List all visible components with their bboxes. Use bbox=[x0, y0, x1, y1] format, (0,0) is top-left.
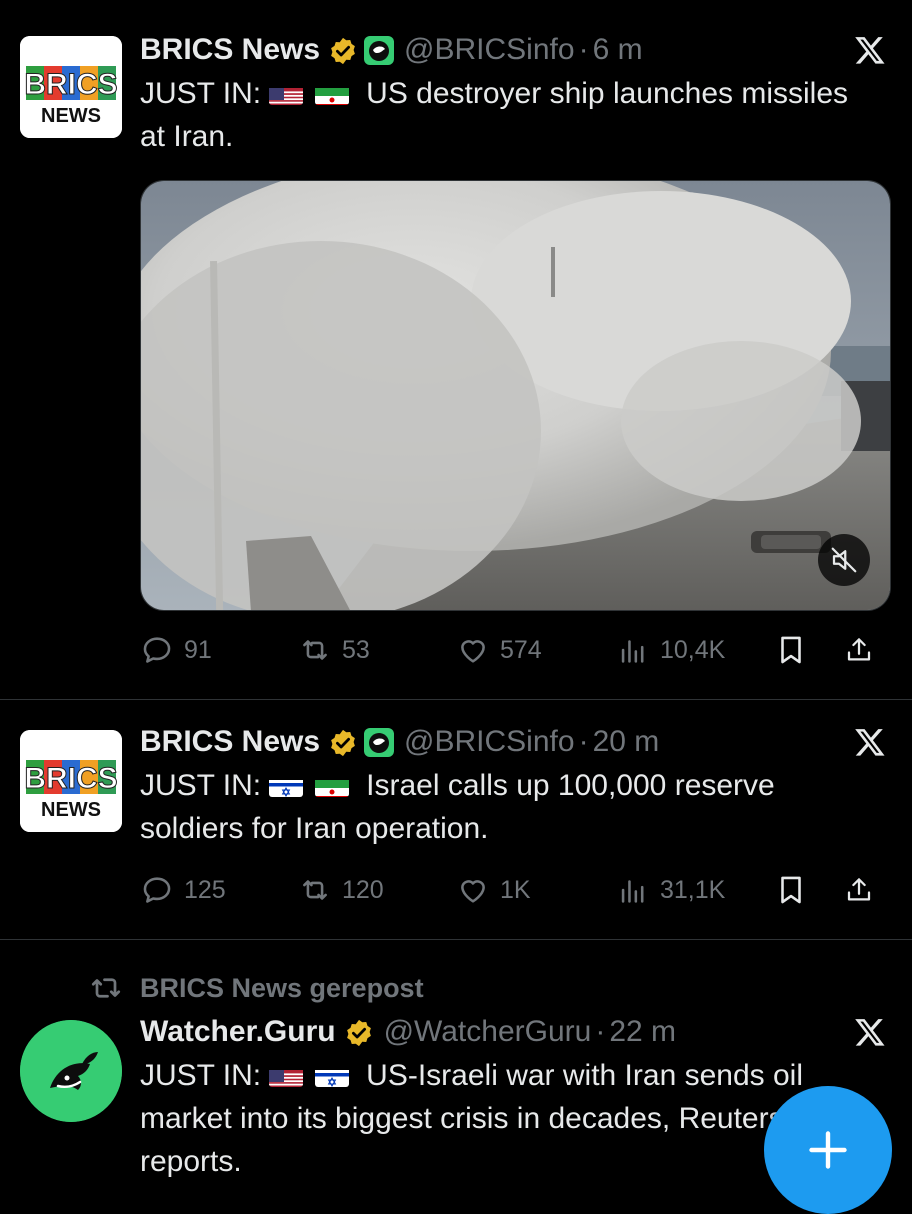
compose-post-button[interactable] bbox=[764, 1086, 892, 1214]
us-flag-icon bbox=[269, 81, 304, 105]
israel-flag-icon bbox=[314, 1063, 349, 1087]
repost-context[interactable]: BRICS News gerepost bbox=[88, 970, 424, 1006]
flags bbox=[269, 77, 360, 110]
iran-flag-icon bbox=[314, 81, 349, 105]
view-count: 31,1K bbox=[660, 875, 726, 904]
logo-text-news: NEWS bbox=[41, 105, 101, 127]
reply-button[interactable]: 125 bbox=[140, 873, 298, 907]
like-button[interactable]: 1K bbox=[456, 873, 616, 907]
repost-icon bbox=[303, 640, 327, 660]
verified-badge-icon[interactable] bbox=[328, 727, 358, 757]
user-handle[interactable]: @WatcherGuru bbox=[384, 1010, 592, 1054]
share-icon bbox=[847, 878, 871, 901]
bookmark-icon bbox=[781, 636, 801, 664]
brics-news-logo-icon: BRICS NEWS bbox=[20, 730, 122, 832]
verified-badge-icon[interactable] bbox=[328, 35, 358, 65]
like-count: 574 bbox=[500, 635, 542, 664]
us-flag-icon bbox=[269, 1063, 304, 1087]
x-logo-icon[interactable] bbox=[854, 726, 886, 758]
action-bar: 125 120 1K 31,1K bbox=[140, 868, 892, 912]
reply-icon bbox=[143, 637, 171, 663]
bookmark-button[interactable] bbox=[774, 633, 844, 667]
text-prefix: JUST IN: bbox=[140, 1059, 262, 1092]
post-card[interactable]: BRICS NEWS BRICS News @BRICSinfo · 6 m J… bbox=[0, 0, 912, 700]
text-prefix: JUST IN: bbox=[140, 769, 262, 802]
logo-text-news: NEWS bbox=[41, 799, 101, 821]
iran-flag-icon bbox=[314, 773, 349, 797]
like-count: 1K bbox=[500, 875, 531, 904]
flags bbox=[269, 1059, 360, 1092]
video-thumbnail bbox=[141, 181, 890, 610]
avatar[interactable] bbox=[20, 1020, 122, 1122]
separator-dot: · bbox=[595, 1015, 606, 1048]
views-icon bbox=[621, 880, 644, 903]
post-text: JUST IN: Israel calls up 100,000 reserve… bbox=[140, 764, 860, 850]
like-button[interactable]: 574 bbox=[456, 633, 616, 667]
reply-count: 125 bbox=[184, 875, 226, 904]
post-timestamp[interactable]: 20 m bbox=[593, 720, 660, 764]
heart-icon bbox=[461, 640, 485, 663]
affiliate-badge-icon[interactable] bbox=[364, 35, 395, 65]
repost-icon bbox=[303, 880, 327, 900]
action-bar: 91 53 574 10,4K bbox=[140, 628, 892, 672]
view-count: 10,4K bbox=[660, 635, 726, 664]
repost-count: 53 bbox=[342, 635, 370, 664]
verified-badge-icon[interactable] bbox=[344, 1017, 374, 1047]
display-name[interactable]: BRICS News bbox=[140, 720, 320, 764]
israel-flag-icon bbox=[269, 773, 304, 797]
text-prefix: JUST IN: bbox=[140, 77, 262, 110]
post-timestamp[interactable]: 6 m bbox=[593, 28, 643, 72]
logo-text-brics: BRICS bbox=[24, 762, 117, 795]
timeline-feed: BRICS NEWS BRICS News @BRICSinfo · 6 m J… bbox=[0, 0, 912, 1200]
share-button[interactable] bbox=[844, 633, 884, 667]
repost-count: 120 bbox=[342, 875, 384, 904]
bookmark-icon bbox=[781, 876, 801, 904]
affiliate-badge-icon[interactable] bbox=[364, 727, 395, 757]
avatar[interactable]: BRICS NEWS bbox=[20, 36, 122, 138]
x-logo-icon[interactable] bbox=[854, 34, 886, 66]
video-media[interactable] bbox=[140, 180, 891, 611]
reply-icon bbox=[143, 877, 171, 903]
post-header: Watcher.Guru @WatcherGuru · 22 m bbox=[140, 1010, 892, 1054]
bookmark-button[interactable] bbox=[774, 873, 844, 907]
post-text: JUST IN: US-Israeli war with Iran sends … bbox=[140, 1054, 860, 1183]
mute-toggle-button[interactable] bbox=[818, 534, 870, 586]
muted-speaker-icon bbox=[831, 547, 857, 573]
display-name[interactable]: BRICS News bbox=[140, 28, 320, 72]
reply-button[interactable]: 91 bbox=[140, 633, 298, 667]
flags bbox=[269, 769, 360, 802]
brics-news-logo-icon: BRICS NEWS bbox=[20, 36, 122, 138]
display-name[interactable]: Watcher.Guru bbox=[140, 1010, 336, 1054]
user-handle[interactable]: @BRICSinfo bbox=[404, 28, 575, 72]
views-icon bbox=[621, 640, 644, 663]
share-button[interactable] bbox=[844, 873, 884, 907]
watcher-guru-logo-icon bbox=[20, 1020, 122, 1122]
repost-icon bbox=[91, 978, 121, 998]
repost-context-label: BRICS News gerepost bbox=[140, 972, 424, 1003]
logo-text-brics: BRICS bbox=[24, 68, 117, 101]
post-timestamp[interactable]: 22 m bbox=[609, 1010, 676, 1054]
heart-icon bbox=[461, 880, 485, 903]
repost-button[interactable]: 120 bbox=[298, 873, 456, 907]
separator-dot: · bbox=[578, 725, 589, 758]
post-content: BRICS News @BRICSinfo · 6 m JUST IN: US … bbox=[140, 28, 892, 158]
post-card[interactable]: BRICS NEWS BRICS News @BRICSinfo · 20 m bbox=[0, 700, 912, 940]
reply-count: 91 bbox=[184, 635, 212, 664]
avatar[interactable]: BRICS NEWS bbox=[20, 730, 122, 832]
views-button[interactable]: 10,4K bbox=[616, 633, 774, 667]
post-header: BRICS News @BRICSinfo · 20 m bbox=[140, 720, 892, 764]
x-logo-icon[interactable] bbox=[854, 1016, 886, 1048]
post-header: BRICS News @BRICSinfo · 6 m bbox=[140, 28, 892, 72]
repost-button[interactable]: 53 bbox=[298, 633, 456, 667]
views-button[interactable]: 31,1K bbox=[616, 873, 774, 907]
plus-icon bbox=[809, 1131, 847, 1169]
post-text: JUST IN: US destroyer ship launches miss… bbox=[140, 72, 860, 158]
separator-dot: · bbox=[578, 33, 589, 66]
share-icon bbox=[847, 638, 871, 661]
post-content: BRICS News @BRICSinfo · 20 m JUST IN: Is… bbox=[140, 720, 892, 850]
user-handle[interactable]: @BRICSinfo bbox=[404, 720, 575, 764]
